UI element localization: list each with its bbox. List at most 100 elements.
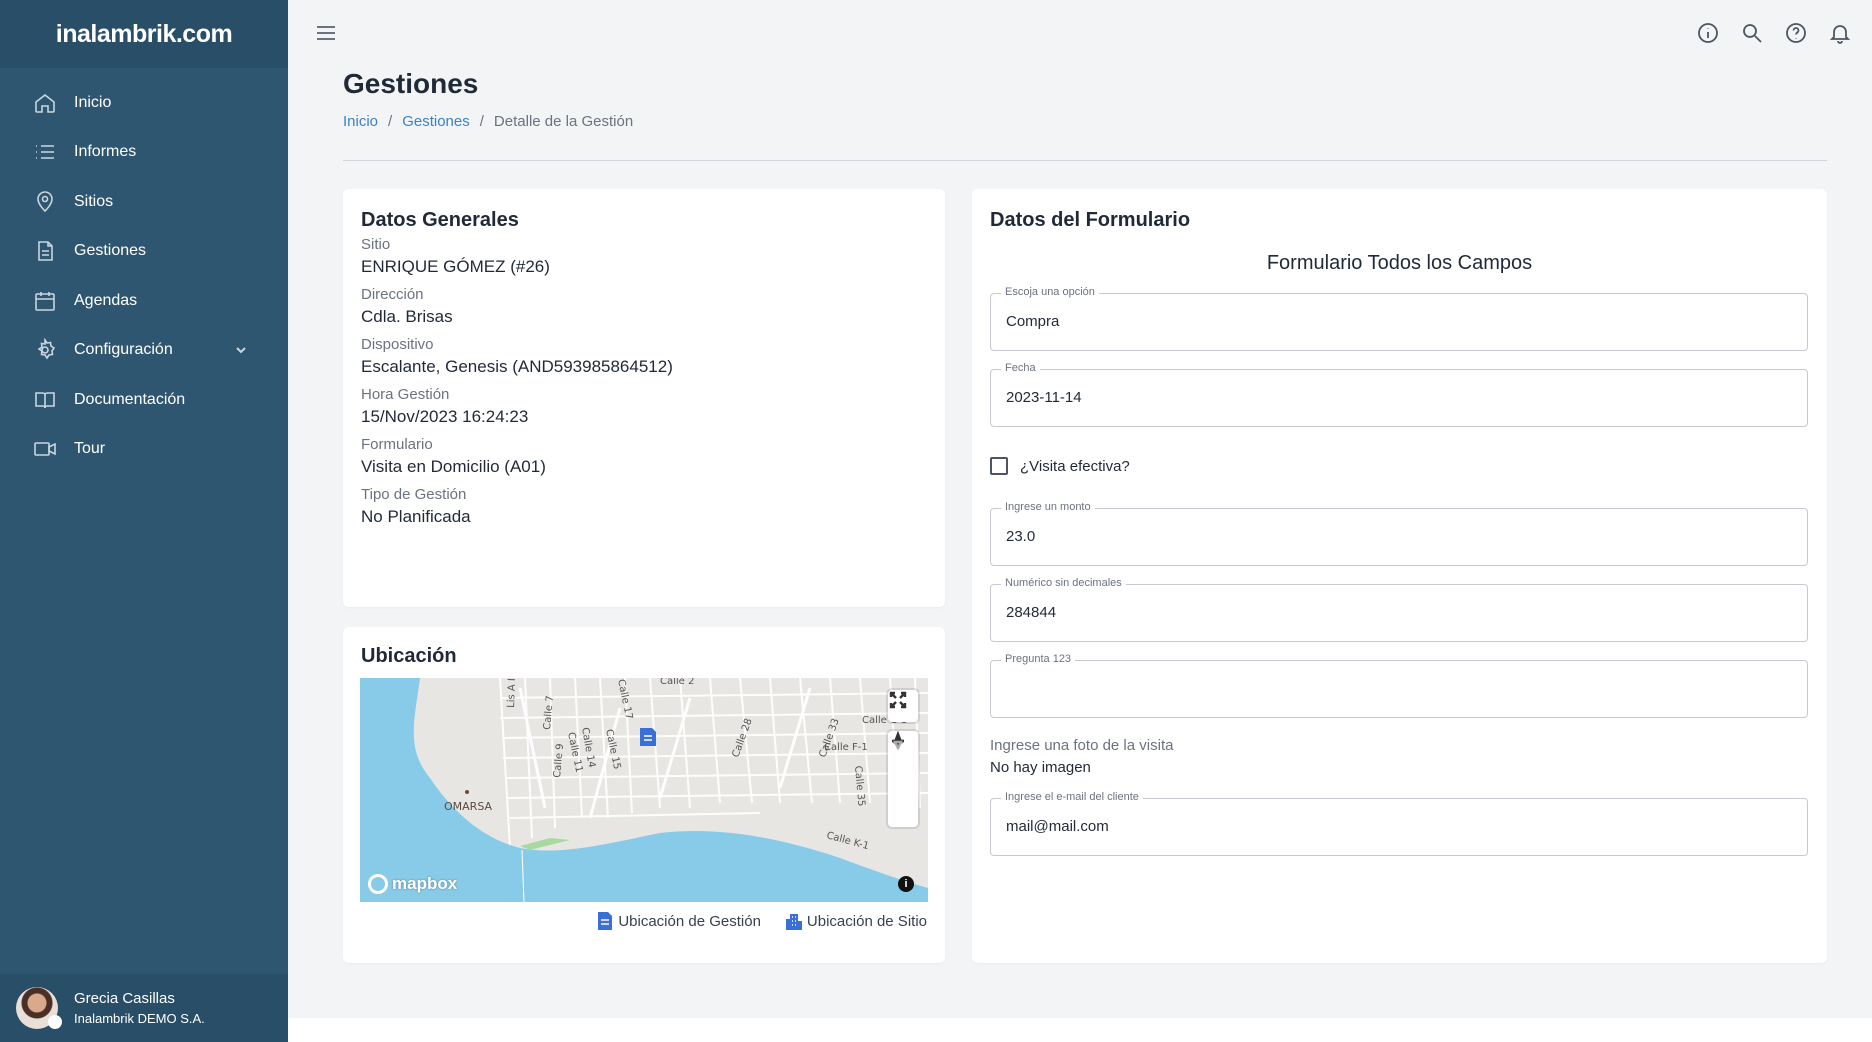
home-icon [33,91,57,115]
map[interactable]: OMARSA Calle 2 Calle 7 Calle 14 Calle 17… [360,678,928,902]
location-title: Ubicación [361,645,457,667]
field-label-direccion: Dirección [361,286,424,303]
mapbox-logo[interactable]: mapbox [368,874,457,894]
integer-field-label: Numérico sin decimales [1001,577,1126,589]
page-title: Gestiones [343,68,479,99]
field-label-sitio: Sitio [361,236,391,253]
question-field-label: Pregunta 123 [1001,653,1076,665]
breadcrumb-gestiones[interactable]: Gestiones [402,113,470,130]
sidebar-item-label: Configuración [74,341,173,359]
integer-field[interactable]: Numérico sin decimales 284844 [990,577,1808,642]
question-field[interactable]: Pregunta 123 [990,653,1808,718]
logo-text: inalambrik.com [55,19,233,48]
visita-efectiva-checkbox[interactable] [990,457,1008,475]
field-value-sitio: ENRIQUE GÓMEZ (#26) [361,257,550,276]
map-street-label: Calle 7 [542,695,556,730]
zoom-out-button[interactable] [888,739,918,795]
document-icon [33,239,57,263]
field-value-dispositivo: Escalante, Genesis (AND593985864512) [361,357,673,376]
building-marker-icon [785,914,802,930]
breadcrumb: Inicio / Gestiones / Detalle de la Gesti… [343,113,633,130]
sidebar-item-agendas[interactable]: Agendas [0,276,288,326]
map-info-icon[interactable]: i [898,876,914,892]
legend-gestion: Ubicación de Gestión [596,911,761,931]
gear-icon [33,338,57,362]
field-label-hora: Hora Gestión [361,386,450,403]
map-park [520,838,570,850]
breadcrumb-separator: / [479,113,484,130]
map-pin-icon [33,190,57,214]
footer-strip [288,1018,1872,1042]
email-field[interactable]: Ingrese el e-mail del cliente mail@mail.… [990,791,1808,856]
date-field-value: 2023-11-14 [1006,389,1082,406]
sidebar-item-label: Tour [74,440,106,458]
mapbox-logo-text: mapbox [392,874,458,893]
map-street-label: Calle F-1 [824,742,868,753]
menu-icon[interactable] [315,22,337,44]
book-icon [33,388,57,412]
search-icon[interactable] [1740,21,1764,45]
photo-label: Ingrese una foto de la visita [990,737,1174,754]
user-name: Grecia Casillas [74,990,175,1007]
field-value-hora: 15/Nov/2023 16:24:23 [361,407,529,426]
info-icon[interactable] [1696,21,1720,45]
sidebar-item-label: Informes [74,143,137,161]
breadcrumb-current: Detalle de la Gestión [493,113,634,130]
sidebar-item-documentacion[interactable]: Documentación [0,375,288,425]
topbar-actions [1696,21,1852,45]
sidebar-item-label: Sitios [74,192,114,210]
form-heading: Formulario Todos los Campos [1266,252,1533,274]
map-street-label: Calle 2 [660,678,694,687]
date-field-label: Fecha [1001,362,1040,374]
field-label-tipo: Tipo de Gestión [361,486,467,503]
user-profile[interactable]: Grecia Casillas Inalambrik DEMO S.A. [0,974,288,1042]
photo-value: No hay imagen [990,759,1091,776]
bell-icon[interactable] [1828,21,1852,45]
general-data-card: Datos Generales Sitio ENRIQUE GÓMEZ (#26… [343,189,945,607]
sidebar-item-configuracion[interactable]: Configuración [0,326,288,376]
sidebar-item-gestiones[interactable]: Gestiones [0,227,288,277]
chevron-down-icon[interactable] [234,343,254,357]
map-street-label: Calle 9 [552,743,566,778]
map-place-dot [465,790,469,794]
help-icon[interactable] [1784,21,1808,45]
sidebar-item-label: Inicio [74,93,112,111]
option-field-label: Escoja una opción [1001,286,1099,298]
sidebar-nav: Inicio Informes Sitios Gestiones Agendas… [0,78,288,474]
map-street-labels: Calle 2 Calle 7 Calle 14 Calle 17 Calle … [506,678,907,852]
sidebar-item-inicio[interactable]: Inicio [0,78,288,128]
date-field[interactable]: Fecha 2023-11-14 [990,362,1808,427]
field-label-formulario: Formulario [361,436,433,453]
fullscreen-control [888,690,918,722]
gestion-marker[interactable] [640,728,656,746]
brand-logo[interactable]: inalambrik.com [0,0,288,68]
video-icon [33,437,57,461]
breadcrumb-home[interactable]: Inicio [343,113,378,130]
sidebar-item-sitios[interactable]: Sitios [0,177,288,227]
list-icon [33,140,57,164]
field-value-tipo: No Planificada [361,507,471,526]
option-field[interactable]: Escoja una opción Compra [990,286,1808,351]
email-field-label: Ingrese el e-mail del cliente [1001,791,1143,803]
header-divider [343,160,1827,161]
legend-gestion-label: Ubicación de Gestión [618,912,761,930]
compass-button[interactable] [888,731,918,827]
email-field-value: mail@mail.com [1006,818,1109,835]
amount-field-label: Ingrese un monto [1001,501,1095,513]
map-water [360,678,928,902]
amount-field-value: 23.0 [1006,528,1036,545]
integer-field-value: 284844 [1006,604,1057,621]
sidebar-item-informes[interactable]: Informes [0,128,288,178]
sidebar-item-tour[interactable]: Tour [0,425,288,475]
field-value-direccion: Cdla. Brisas [361,307,453,326]
amount-field[interactable]: Ingrese un monto 23.0 [990,501,1808,566]
map-street-label: Lis A I [506,678,518,708]
breadcrumb-separator: / [388,113,393,130]
sidebar-item-label: Gestiones [74,242,147,260]
fullscreen-button[interactable] [888,690,918,722]
zoom-controls [888,731,918,827]
legend-sitio-label: Ubicación de Sitio [806,912,927,930]
location-card: Ubicación OMARSA Calle 2 Calle 7 Calle 1… [343,627,945,963]
legend-sitio: Ubicación de Sitio [785,911,927,931]
option-field-value: Compra [1006,313,1060,330]
